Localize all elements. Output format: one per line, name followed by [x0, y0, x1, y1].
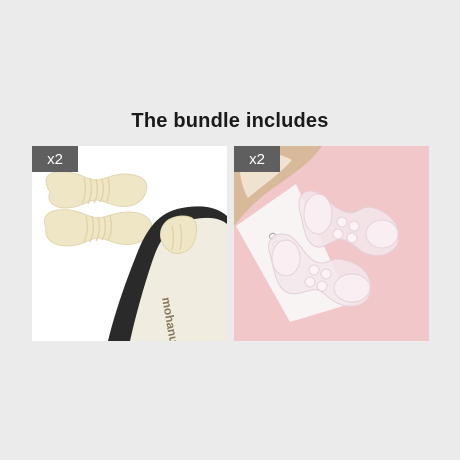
section-title: The bundle includes	[131, 110, 329, 132]
quantity-badge: x2	[234, 146, 280, 172]
quantity-badge: x2	[32, 146, 78, 172]
foam-pad-bottom	[44, 209, 152, 247]
product-image-foam-pads[interactable]: x2 mohanu	[32, 146, 227, 341]
gel-pads-illustration: OUTI	[234, 146, 400, 322]
foam-pads-illustration: mohanu	[44, 171, 227, 341]
foam-pad-top	[45, 171, 148, 209]
gel-pad-top	[298, 190, 400, 257]
product-image-gel-pads[interactable]: x2 OUTI	[234, 146, 429, 341]
